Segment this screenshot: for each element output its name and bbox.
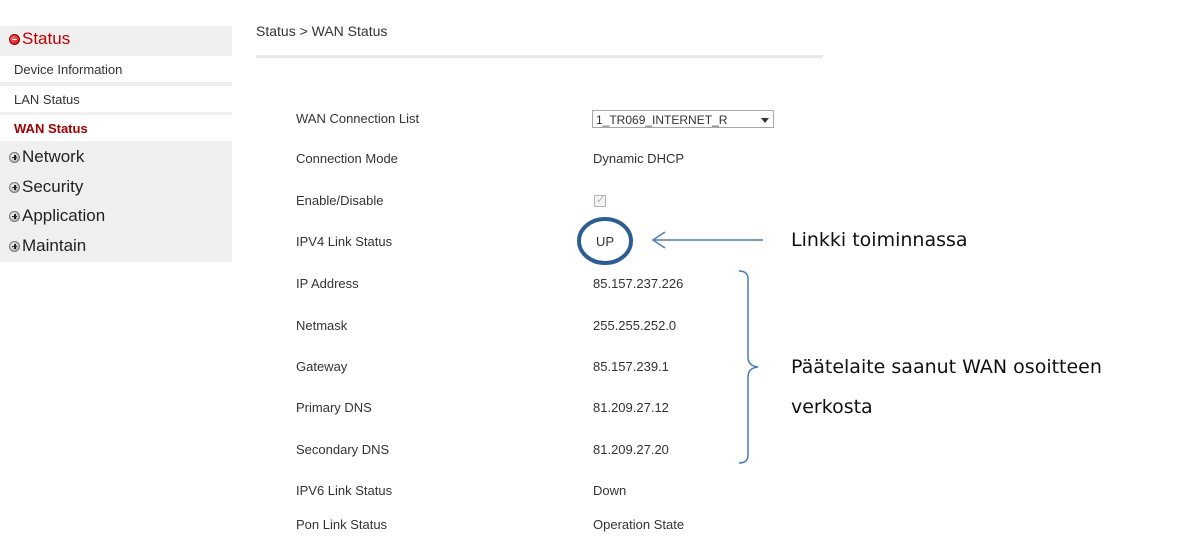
annotation-wan-note-line2: verkosta [791,396,873,418]
annotation-overlay [577,217,763,464]
bracket [738,270,759,464]
annotation-wan-note-line1: Päätelaite saanut WAN osoitteen [791,356,1102,378]
highlight-circle [577,217,633,265]
annotation-link-note: Linkki toiminnassa [791,229,968,251]
